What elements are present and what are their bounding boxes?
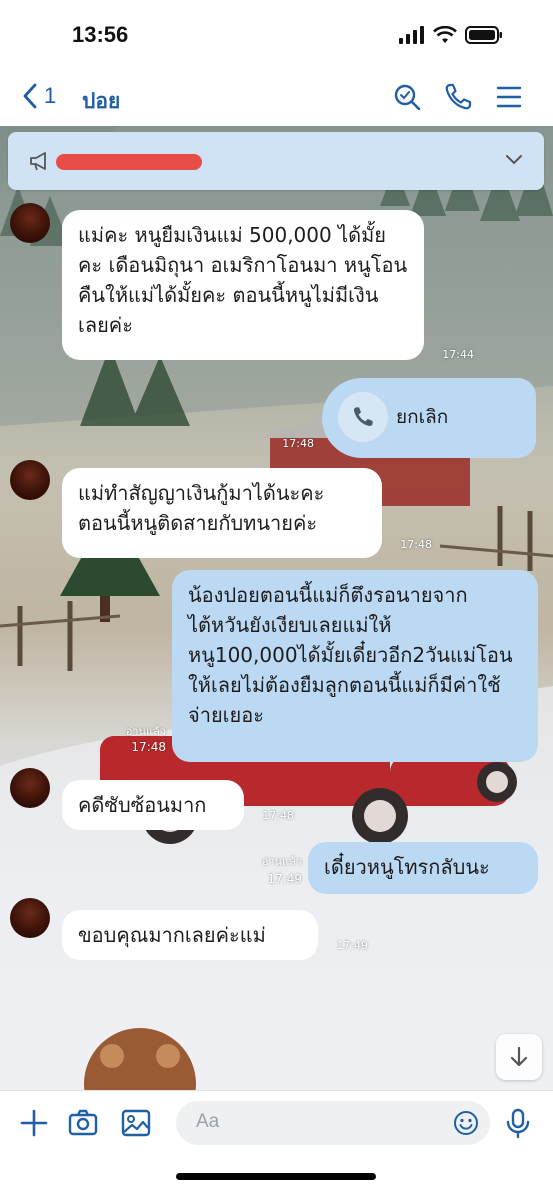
menu-icon[interactable] — [494, 82, 524, 112]
message-sent[interactable]: น้องปอยตอนนี้แม่ก็ตึงรอนายจากไต้หวันยังเ… — [172, 570, 538, 762]
message-time: 17:49 — [267, 872, 302, 886]
home-indicator — [176, 1173, 376, 1180]
megaphone-icon — [30, 152, 46, 171]
message-received[interactable]: ขอบคุณมากเลยค่ะแม่ — [62, 910, 318, 960]
cancelled-call-bubble[interactable]: ยกเลิก — [322, 378, 536, 458]
back-button[interactable]: 1 — [22, 82, 56, 110]
call-icon-circle — [338, 392, 388, 442]
message-received[interactable]: คดีซับซ้อนมาก — [62, 780, 244, 830]
composer-bar: Aa — [0, 1090, 553, 1201]
wifi-icon — [433, 26, 457, 43]
message-time: 17:48 — [282, 437, 314, 450]
chat-header: 1 ปอย — [0, 72, 553, 126]
mic-icon[interactable] — [502, 1107, 534, 1139]
message-sent[interactable]: เดี๋ยวหนูโทรกลับนะ — [308, 842, 538, 894]
back-chevron-icon — [23, 83, 37, 109]
message-received[interactable]: แม่คะ หนูยืมเงินแม่ 500,000 ได้มั้ยคะ เด… — [62, 210, 424, 360]
message-time: 17:48 — [262, 809, 294, 822]
emoji-icon[interactable] — [453, 1110, 479, 1136]
camera-icon[interactable] — [67, 1107, 99, 1139]
message-time: 17:44 — [442, 348, 474, 361]
chevron-down-icon[interactable] — [504, 153, 524, 167]
chat-title: ปอย — [82, 89, 121, 113]
search-icon[interactable] — [392, 82, 422, 112]
phone-icon[interactable] — [443, 82, 473, 112]
message-received[interactable]: แม่ทำสัญญาเงินกู้มาได้นะคะ ตอนนี้หนูติดส… — [62, 468, 382, 558]
back-count: 1 — [44, 83, 57, 108]
call-status-label: ยกเลิก — [396, 406, 449, 428]
phone-icon — [353, 407, 373, 427]
read-receipt: อ่านแล้ว — [261, 855, 302, 868]
scroll-down-icon — [510, 1046, 528, 1067]
message-time: 17:49 — [336, 939, 368, 952]
redaction-mark — [56, 154, 202, 170]
message-time: 17:48 — [400, 538, 432, 551]
avatar[interactable] — [10, 460, 50, 500]
status-icons — [399, 26, 503, 44]
battery-icon — [465, 26, 502, 44]
cellular-icon — [399, 26, 424, 44]
status-time: 13:56 — [72, 22, 129, 47]
avatar[interactable] — [10, 203, 50, 243]
status-bar: 13:56 — [0, 0, 553, 72]
image-icon[interactable] — [120, 1107, 152, 1139]
announcement-bar[interactable] — [8, 132, 544, 190]
message-input[interactable]: Aa — [176, 1101, 490, 1145]
input-placeholder: Aa — [196, 1111, 220, 1132]
chat-area[interactable]: แม่คะ หนูยืมเงินแม่ 500,000 ได้มั้ยคะ เด… — [0, 126, 553, 1090]
read-receipt: อ่านแล้ว — [125, 725, 166, 738]
scroll-to-bottom-button[interactable] — [496, 1034, 542, 1080]
plus-icon[interactable] — [18, 1107, 50, 1139]
message-time: 17:48 — [131, 740, 166, 754]
avatar[interactable] — [10, 898, 50, 938]
avatar[interactable] — [10, 768, 50, 808]
